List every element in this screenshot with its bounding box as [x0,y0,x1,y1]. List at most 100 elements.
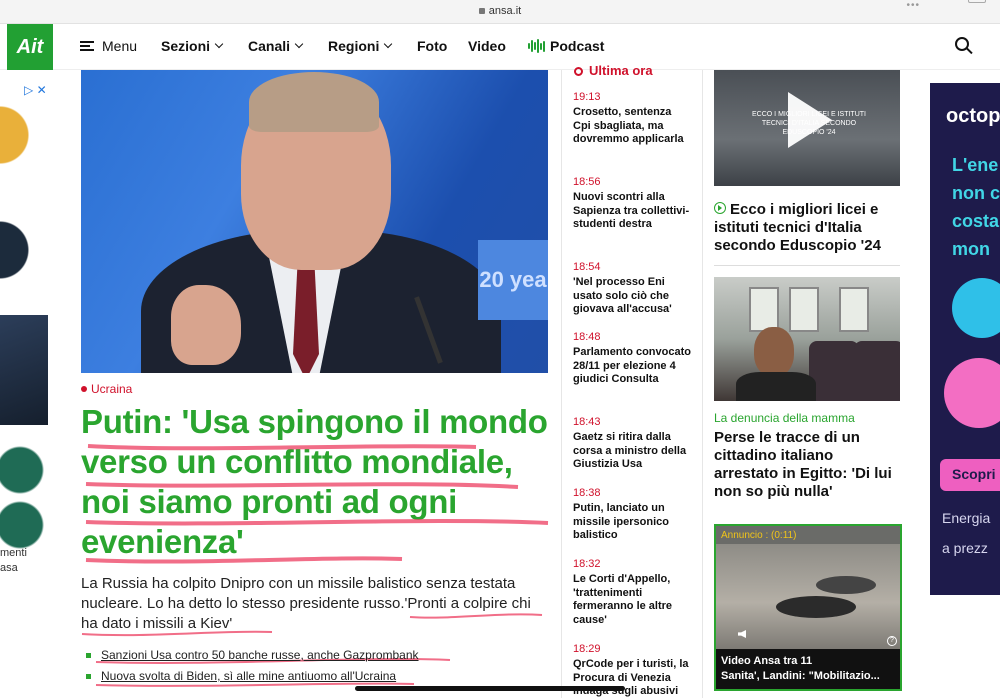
video-title-text: Ecco i migliori licei e istituti tecnici… [714,201,881,254]
play-circle-icon [714,202,726,214]
kicker-label: Ucraina [91,382,133,396]
ad-product-image [0,200,48,300]
latest-text: Putin, lanciato un missile ipersonico ba… [573,502,669,541]
ad-line: mon [952,239,990,259]
ad-footer: a prezz [942,540,988,556]
nav-item-video[interactable]: Video [468,38,506,54]
latest-text: Nuovi scontri alla Sapienza tra colletti… [573,191,690,230]
latest-item[interactable]: 18:48 Parlamento convocato 28/11 per elez… [573,331,691,387]
ad-countdown: Annuncio : (0:11) [721,530,797,541]
more-dots-icon[interactable]: ••• [906,0,920,11]
url-display[interactable]: ansa.it [0,5,1000,17]
ad-line: L'ene [952,155,999,175]
latest-item[interactable]: 18:32 Le Corti d'Appello, 'trattenimenti … [573,558,691,627]
nav-item-sezioni[interactable]: Sezioni [161,38,224,54]
nav-label: Canali [248,38,291,54]
latest-news-title[interactable]: Ultima ora [574,63,653,78]
latest-title-label: Ultima ora [589,63,653,78]
related-links: Sanzioni Usa contro 50 banche russe, anc… [86,648,546,690]
bullet-square-icon [86,673,91,679]
story-summary: La Russia ha colpito Dnipro con un missi… [81,575,531,632]
lock-icon [478,8,485,14]
left-ad[interactable] [0,70,48,590]
column-divider [561,70,562,698]
help-icon[interactable]: ? [887,636,897,646]
octopus-illustration [944,358,1000,428]
nav-item-podcast[interactable]: Podcast [528,38,604,54]
caption-line: Sanita', Landini: "Mobilitazio... [721,670,880,682]
latest-item[interactable]: 19:13 Crosetto, sentenza Cpi sbagliata, m… [573,91,691,147]
podcast-icon [528,39,545,53]
chevron-down-icon [214,39,224,49]
hamburger-icon [80,41,94,51]
nav-label: Regioni [328,38,380,54]
story-title[interactable]: Perse le tracce di un cittadino italiano… [714,429,900,501]
related-item: Nuova svolta di Biden, sì alle mine anti… [86,669,546,683]
story-kicker[interactable]: Ucraina [81,382,132,396]
latest-time: 18:29 [573,643,601,655]
ad-cta-button[interactable]: Scopri [940,459,1000,491]
latest-item[interactable]: 18:38 Putin, lanciato un missile ipersoni… [573,487,691,543]
story-kicker[interactable]: La denuncia della mamma [714,411,855,425]
story-image[interactable] [714,277,900,401]
ad-footer: Energia [942,510,991,526]
bullet-square-icon [86,652,91,658]
play-icon[interactable] [788,92,832,148]
video-caption: Video Ansa tra 11 Sanita', Landini: "Mobi… [716,649,900,689]
latest-item[interactable]: 18:54 'Nel processo Eni usato solo ciò ch… [573,261,691,317]
latest-time: 18:38 [573,487,601,499]
latest-item[interactable]: 18:56 Nuovi scontri alla Sapienza tra col… [573,176,691,232]
nav-label: Foto [417,38,448,54]
adchoices-icon[interactable]: ▷ ✕ [24,83,47,97]
latest-text: Le Corti d'Appello, 'trattenimenti ferme… [573,573,673,626]
latest-time: 18:32 [573,558,601,570]
video-thumbnail[interactable]: ECCO I MIGLIORI LICEI E ISTITUTI TECNICI… [714,70,900,186]
main-headline[interactable]: Putin: 'Usa spingono il mondo verso un c… [81,402,561,562]
latest-text: Parlamento convocato 28/11 per elezione … [573,346,691,385]
ansa-logo[interactable]: Ait [7,24,53,70]
ad-product-image [0,315,48,425]
chevron-down-icon [384,39,393,49]
menu-button[interactable]: Menu [80,38,137,54]
latest-item[interactable]: 18:43 Gaetz si ritira dalla corsa a minis… [573,416,691,472]
nav-label: Sezioni [161,38,211,54]
latest-text: Gaetz si ritira dalla corsa a ministro d… [573,431,687,470]
separator [714,265,900,266]
home-indicator[interactable] [355,686,625,691]
globe-illustration [952,278,1000,338]
left-ad-text: menti asa [0,547,27,574]
ad-line: non c [952,183,1000,203]
hero-image-sign: 20 yea [478,240,548,320]
latest-time: 18:43 [573,416,601,428]
tabs-icon[interactable] [968,0,986,3]
browser-bar: ansa.it ••• [0,0,1000,24]
latest-time: 18:54 [573,261,601,273]
site-nav: Ait Menu Sezioni Canali Regioni Foto Vid… [0,24,1000,70]
nav-item-canali[interactable]: Canali [248,38,304,54]
menu-label: Menu [102,38,138,54]
nav-label: Video [468,38,506,54]
latest-text: Crosetto, sentenza Cpi sbagliata, ma dov… [573,106,684,145]
video-title[interactable]: Ecco i migliori licei e istituti tecnici… [714,201,900,255]
nav-item-regioni[interactable]: Regioni [328,38,393,54]
url-text: ansa.it [488,5,522,17]
related-link[interactable]: Nuova svolta di Biden, sì alle mine anti… [101,669,396,683]
ad-brand: octop [946,105,1000,127]
hero-image[interactable]: 20 yea [81,70,548,373]
latest-text: QrCode per i turisti, la Procura di Vene… [573,658,689,697]
clock-icon [574,67,583,76]
latest-time: 19:13 [573,91,601,103]
caption-line: Video Ansa tra 11 [721,655,813,667]
latest-time: 18:56 [573,176,601,188]
chevron-down-icon [294,39,304,49]
nav-label: Podcast [550,38,605,54]
latest-time: 18:48 [573,331,601,343]
ad-line: costa [952,211,1000,231]
nav-item-foto[interactable]: Foto [417,38,447,54]
related-link[interactable]: Sanzioni Usa contro 50 banche russe, anc… [101,648,419,662]
right-ad[interactable]: octop L'ene non c costa mon Scopri Energ… [930,83,1000,595]
search-icon[interactable] [955,37,973,55]
related-item: Sanzioni Usa contro 50 banche russe, anc… [86,648,546,662]
video-ad-player[interactable]: Annuncio : (0:11) ? Video Ansa tra 11 San… [714,524,902,691]
column-divider [702,70,703,698]
